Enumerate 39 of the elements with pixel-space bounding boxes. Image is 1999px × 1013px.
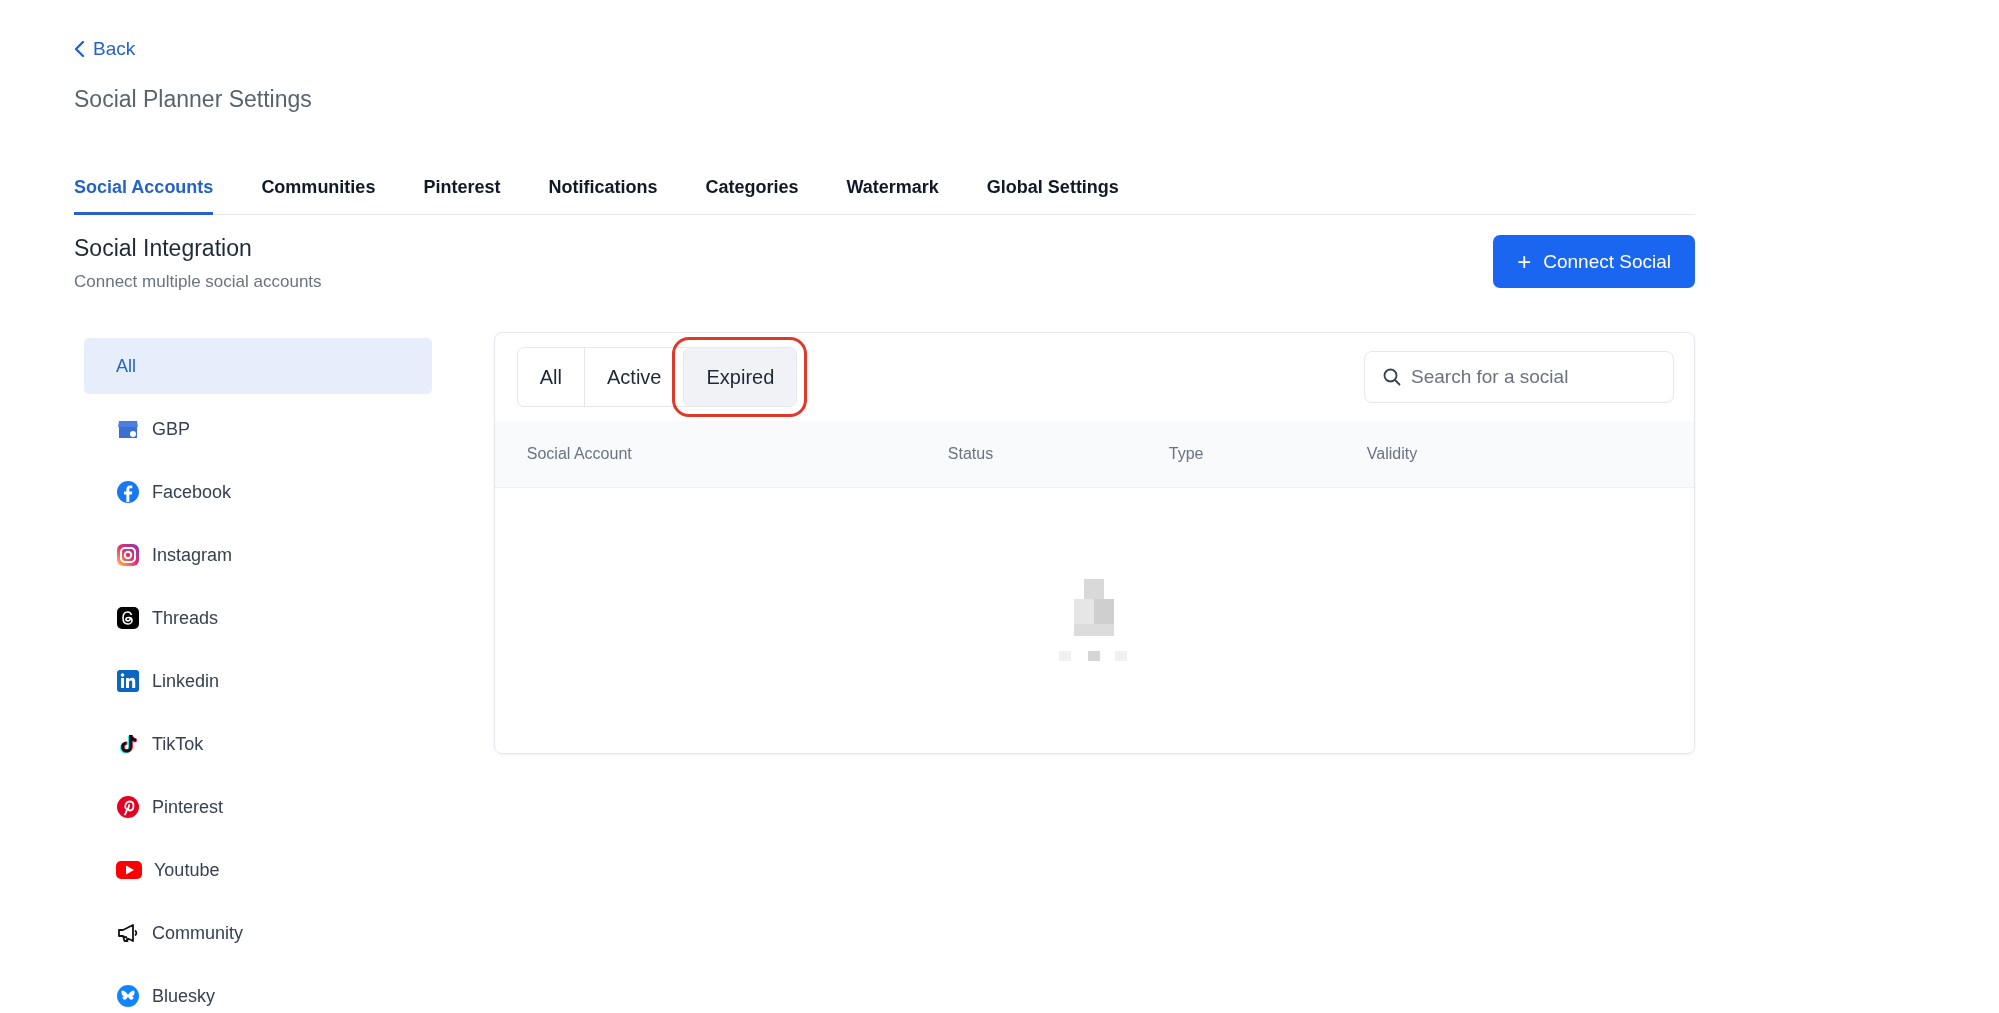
column-header: Social Account xyxy=(526,445,633,463)
settings-tab[interactable]: Categories xyxy=(705,177,799,215)
sidebar-item[interactable]: Bluesky xyxy=(84,968,432,1013)
settings-tab[interactable]: Social Accounts xyxy=(74,177,214,215)
settings-tab[interactable]: Notifications xyxy=(548,177,658,215)
sidebar-item[interactable]: Threads xyxy=(84,590,432,646)
play-icon xyxy=(116,860,142,880)
sidebar-item[interactable]: Linkedin xyxy=(84,653,432,709)
sidebar-item[interactable]: GBP xyxy=(84,401,432,457)
threads-icon xyxy=(116,606,140,630)
connect-social-button[interactable]: + Connect Social xyxy=(1493,235,1695,288)
sidebar-item[interactable]: Instagram xyxy=(84,527,432,583)
column-header: Validity xyxy=(1366,445,1419,463)
settings-tab[interactable]: Communities xyxy=(261,177,376,215)
search-field[interactable]: Search for a social xyxy=(1364,351,1674,403)
sidebar-item[interactable]: Pinterest xyxy=(84,779,432,835)
megaphone-icon xyxy=(116,921,140,945)
chevron-left-icon xyxy=(74,40,85,58)
search-icon xyxy=(1382,367,1402,387)
butterfly-icon xyxy=(116,984,140,1008)
back-link[interactable]: Back xyxy=(74,38,136,60)
sidebar-item[interactable]: TikTok xyxy=(84,716,432,772)
settings-tab[interactable]: Pinterest xyxy=(423,177,501,215)
sidebar-item[interactable]: Facebook xyxy=(84,464,432,520)
settings-tab[interactable]: Watermark xyxy=(846,177,939,215)
camera-icon xyxy=(116,543,140,567)
column-header: Status xyxy=(947,445,995,463)
pinterest-icon xyxy=(116,795,140,819)
column-header: Type xyxy=(1168,445,1205,463)
facebook-icon xyxy=(116,480,140,504)
sidebar-item[interactable]: Youtube xyxy=(84,842,432,898)
section-subtitle: Connect multiple social accounts xyxy=(74,272,322,292)
settings-tab[interactable]: Global Settings xyxy=(986,177,1119,215)
sidebar-item[interactable]: All xyxy=(84,338,432,394)
section-title: Social Integration xyxy=(74,235,253,262)
linkedin-icon xyxy=(116,669,140,693)
loading-icon xyxy=(1059,578,1130,663)
sidebar-item[interactable]: Community xyxy=(84,905,432,961)
page-title: Social Planner Settings xyxy=(74,86,313,113)
